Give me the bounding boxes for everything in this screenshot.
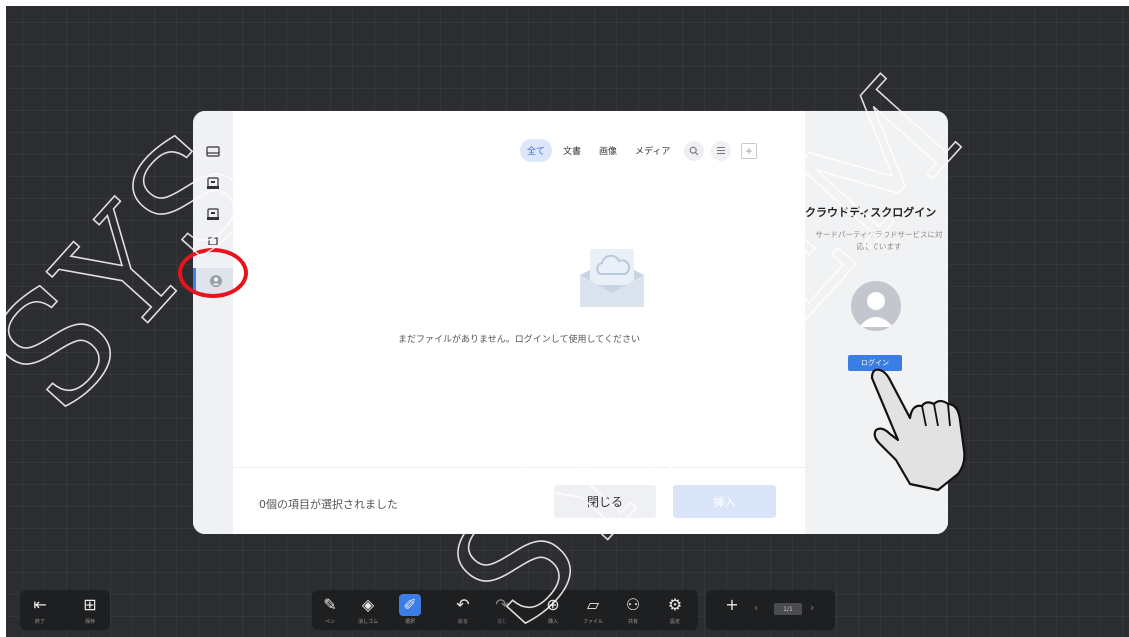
settings-button[interactable]: ⚙ 設定 xyxy=(661,591,689,629)
next-page-icon[interactable]: › xyxy=(810,601,814,614)
cloud-desc-line-2: 応しています xyxy=(856,242,902,251)
grid-icon: ⊞ xyxy=(83,595,97,614)
add-folder-icon xyxy=(746,147,753,154)
redo-icon: ↷ xyxy=(495,595,509,614)
drive-icon xyxy=(208,237,218,245)
cloud-login-description: サードパーティクラウドサービスに対 応しています xyxy=(809,229,948,253)
insert-icon: ⊕ xyxy=(546,595,560,614)
settings-icon: ⚙ xyxy=(667,595,683,614)
sidebar-item-local[interactable] xyxy=(200,139,226,165)
monitor-icon xyxy=(206,146,220,157)
redo-button[interactable]: ↷ 進む xyxy=(488,591,516,629)
undo-icon: ↶ xyxy=(456,595,470,614)
pen-icon: ✎ xyxy=(323,595,337,614)
list-view-button[interactable] xyxy=(711,140,732,161)
toolbar-page: + ‹ › xyxy=(706,590,835,630)
source-sidebar xyxy=(193,111,236,534)
tab-all[interactable]: 全て xyxy=(520,139,553,162)
file-button[interactable]: ▱ ファイル xyxy=(579,591,607,629)
insert-tool-button[interactable]: ⊕ 挿入 xyxy=(539,591,567,629)
sidebar-item-usb-1[interactable] xyxy=(200,170,226,196)
page-indicator: 1/1 xyxy=(774,603,802,615)
dialog-footer: 0個の項目が選択されました 閉じる 挿入 xyxy=(233,467,805,534)
list-view-icon xyxy=(717,147,726,154)
prev-page-icon[interactable]: ‹ xyxy=(754,601,758,614)
exit-icon: ⇤ xyxy=(33,595,47,614)
user-avatar-icon xyxy=(859,292,893,327)
top-border xyxy=(0,0,1129,6)
selected-count: 0個の項目が選択されました xyxy=(259,498,398,511)
exit-button[interactable]: ⇤ 終了 xyxy=(26,591,54,629)
eraser-icon: ◈ xyxy=(361,595,375,614)
cloud-disk-dialog: 全て 文書 画像 メディア まだファイルがありません。ログインして使用してくださ… xyxy=(193,111,948,534)
undo-button[interactable]: ↶ 戻る xyxy=(449,591,477,629)
plus-icon: + xyxy=(725,595,739,614)
cloud-login-title: クラウドディスクログイン xyxy=(805,206,937,219)
filter-bar: 全て 文書 画像 メディア xyxy=(520,139,758,162)
empty-message: まだファイルがありません。ログインして使用してください xyxy=(398,335,640,345)
close-button[interactable]: 閉じる xyxy=(554,485,656,518)
share-icon: ⚇ xyxy=(625,595,641,614)
share-button[interactable]: ⚇ 共有 xyxy=(619,591,647,629)
toolbar-center: ✎ ペン ◈ 消しゴム ✐ 選択 ↶ 戻る ↷ 進む ⊕ 挿入 ▱ ファイル ⚇ 共有 ⚙ 設定 xyxy=(312,590,698,630)
pen-button[interactable]: ✎ ペン xyxy=(316,591,344,629)
save-button[interactable]: ⊞ 保存 xyxy=(76,591,104,629)
eraser-button[interactable]: ◈ 消しゴム xyxy=(354,591,382,629)
select-icon: ✐ xyxy=(399,594,421,616)
cloud-desc-line-1: サードパーティクラウドサービスに対 xyxy=(815,230,943,239)
search-icon xyxy=(690,146,699,155)
pointing-hand-icon xyxy=(870,368,966,492)
usb-drive-icon xyxy=(207,207,219,220)
add-page-button[interactable]: + xyxy=(718,591,746,629)
sidebar-item-usb-2[interactable] xyxy=(200,201,226,227)
empty-state-illustration xyxy=(580,247,644,313)
file-browser: 全て 文書 画像 メディア まだファイルがありません。ログインして使用してくださ… xyxy=(233,111,805,534)
usb-drive-icon xyxy=(207,176,219,189)
select-button[interactable]: ✐ 選択 xyxy=(396,591,424,629)
file-icon: ▱ xyxy=(586,595,600,614)
toolbar-left: ⇤ 終了 ⊞ 保存 xyxy=(20,590,110,630)
insert-button[interactable]: 挿入 xyxy=(673,485,776,518)
left-border xyxy=(0,0,6,637)
add-folder-button[interactable] xyxy=(741,142,758,159)
tab-images[interactable]: 画像 xyxy=(592,139,624,162)
tab-documents[interactable]: 文書 xyxy=(556,139,588,162)
highlight-circle xyxy=(178,248,248,298)
avatar xyxy=(851,281,901,331)
tab-media[interactable]: メディア xyxy=(628,139,677,162)
search-button[interactable] xyxy=(684,140,705,161)
cloud-envelope-icon xyxy=(580,249,644,307)
